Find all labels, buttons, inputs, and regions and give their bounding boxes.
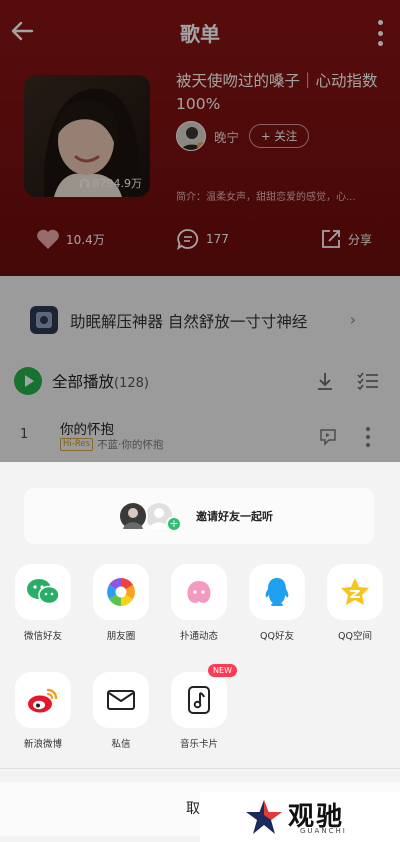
mail-icon (93, 672, 149, 728)
share-putong[interactable]: 扑通动态 (165, 564, 233, 642)
putong-icon (171, 564, 227, 620)
invite-friends-button[interactable]: + 邀请好友一起听 (24, 488, 374, 544)
wechat-icon (15, 564, 71, 620)
share-label: 私信 (111, 739, 131, 750)
divider (0, 768, 400, 769)
weibo-icon (15, 672, 71, 728)
share-label: QQ好友 (260, 631, 294, 642)
share-moments[interactable]: 朋友圈 (87, 564, 155, 642)
share-label: 微信好友 (23, 631, 62, 642)
modal-overlay[interactable] (0, 0, 400, 462)
share-label: 朋友圈 (106, 631, 136, 642)
watermark: 观驰 GUANCHI (200, 792, 400, 842)
qzone-icon (327, 564, 383, 620)
share-qq-friends[interactable]: QQ好友 (243, 564, 311, 642)
share-weibo[interactable]: 新浪微博 (9, 672, 77, 750)
watermark-subtext: GUANCHI (300, 827, 347, 835)
music-card-icon: NEW (171, 664, 237, 728)
share-wechat-friends[interactable]: 微信好友 (9, 564, 77, 642)
user-avatar (118, 501, 148, 531)
cancel-label: 取 (186, 801, 200, 817)
share-music-card[interactable]: NEW 音乐卡片 (165, 664, 237, 750)
share-label: 扑通动态 (179, 631, 218, 642)
add-plus-icon: + (166, 516, 182, 532)
share-label: 新浪微博 (23, 739, 62, 750)
share-label: QQ空间 (338, 631, 372, 642)
share-label: 音乐卡片 (179, 739, 218, 750)
new-badge: NEW (208, 664, 237, 677)
share-sheet: + 邀请好友一起听 微信好友 朋友圈 扑通动态 QQ好友 QQ空间 新浪微博 私… (0, 462, 400, 842)
invite-text: 邀请好友一起听 (196, 510, 273, 523)
moments-icon (93, 564, 149, 620)
star-logo-icon (246, 800, 282, 834)
share-qzone[interactable]: QQ空间 (321, 564, 389, 642)
qq-icon (249, 564, 305, 620)
share-private-message[interactable]: 私信 (87, 672, 155, 750)
